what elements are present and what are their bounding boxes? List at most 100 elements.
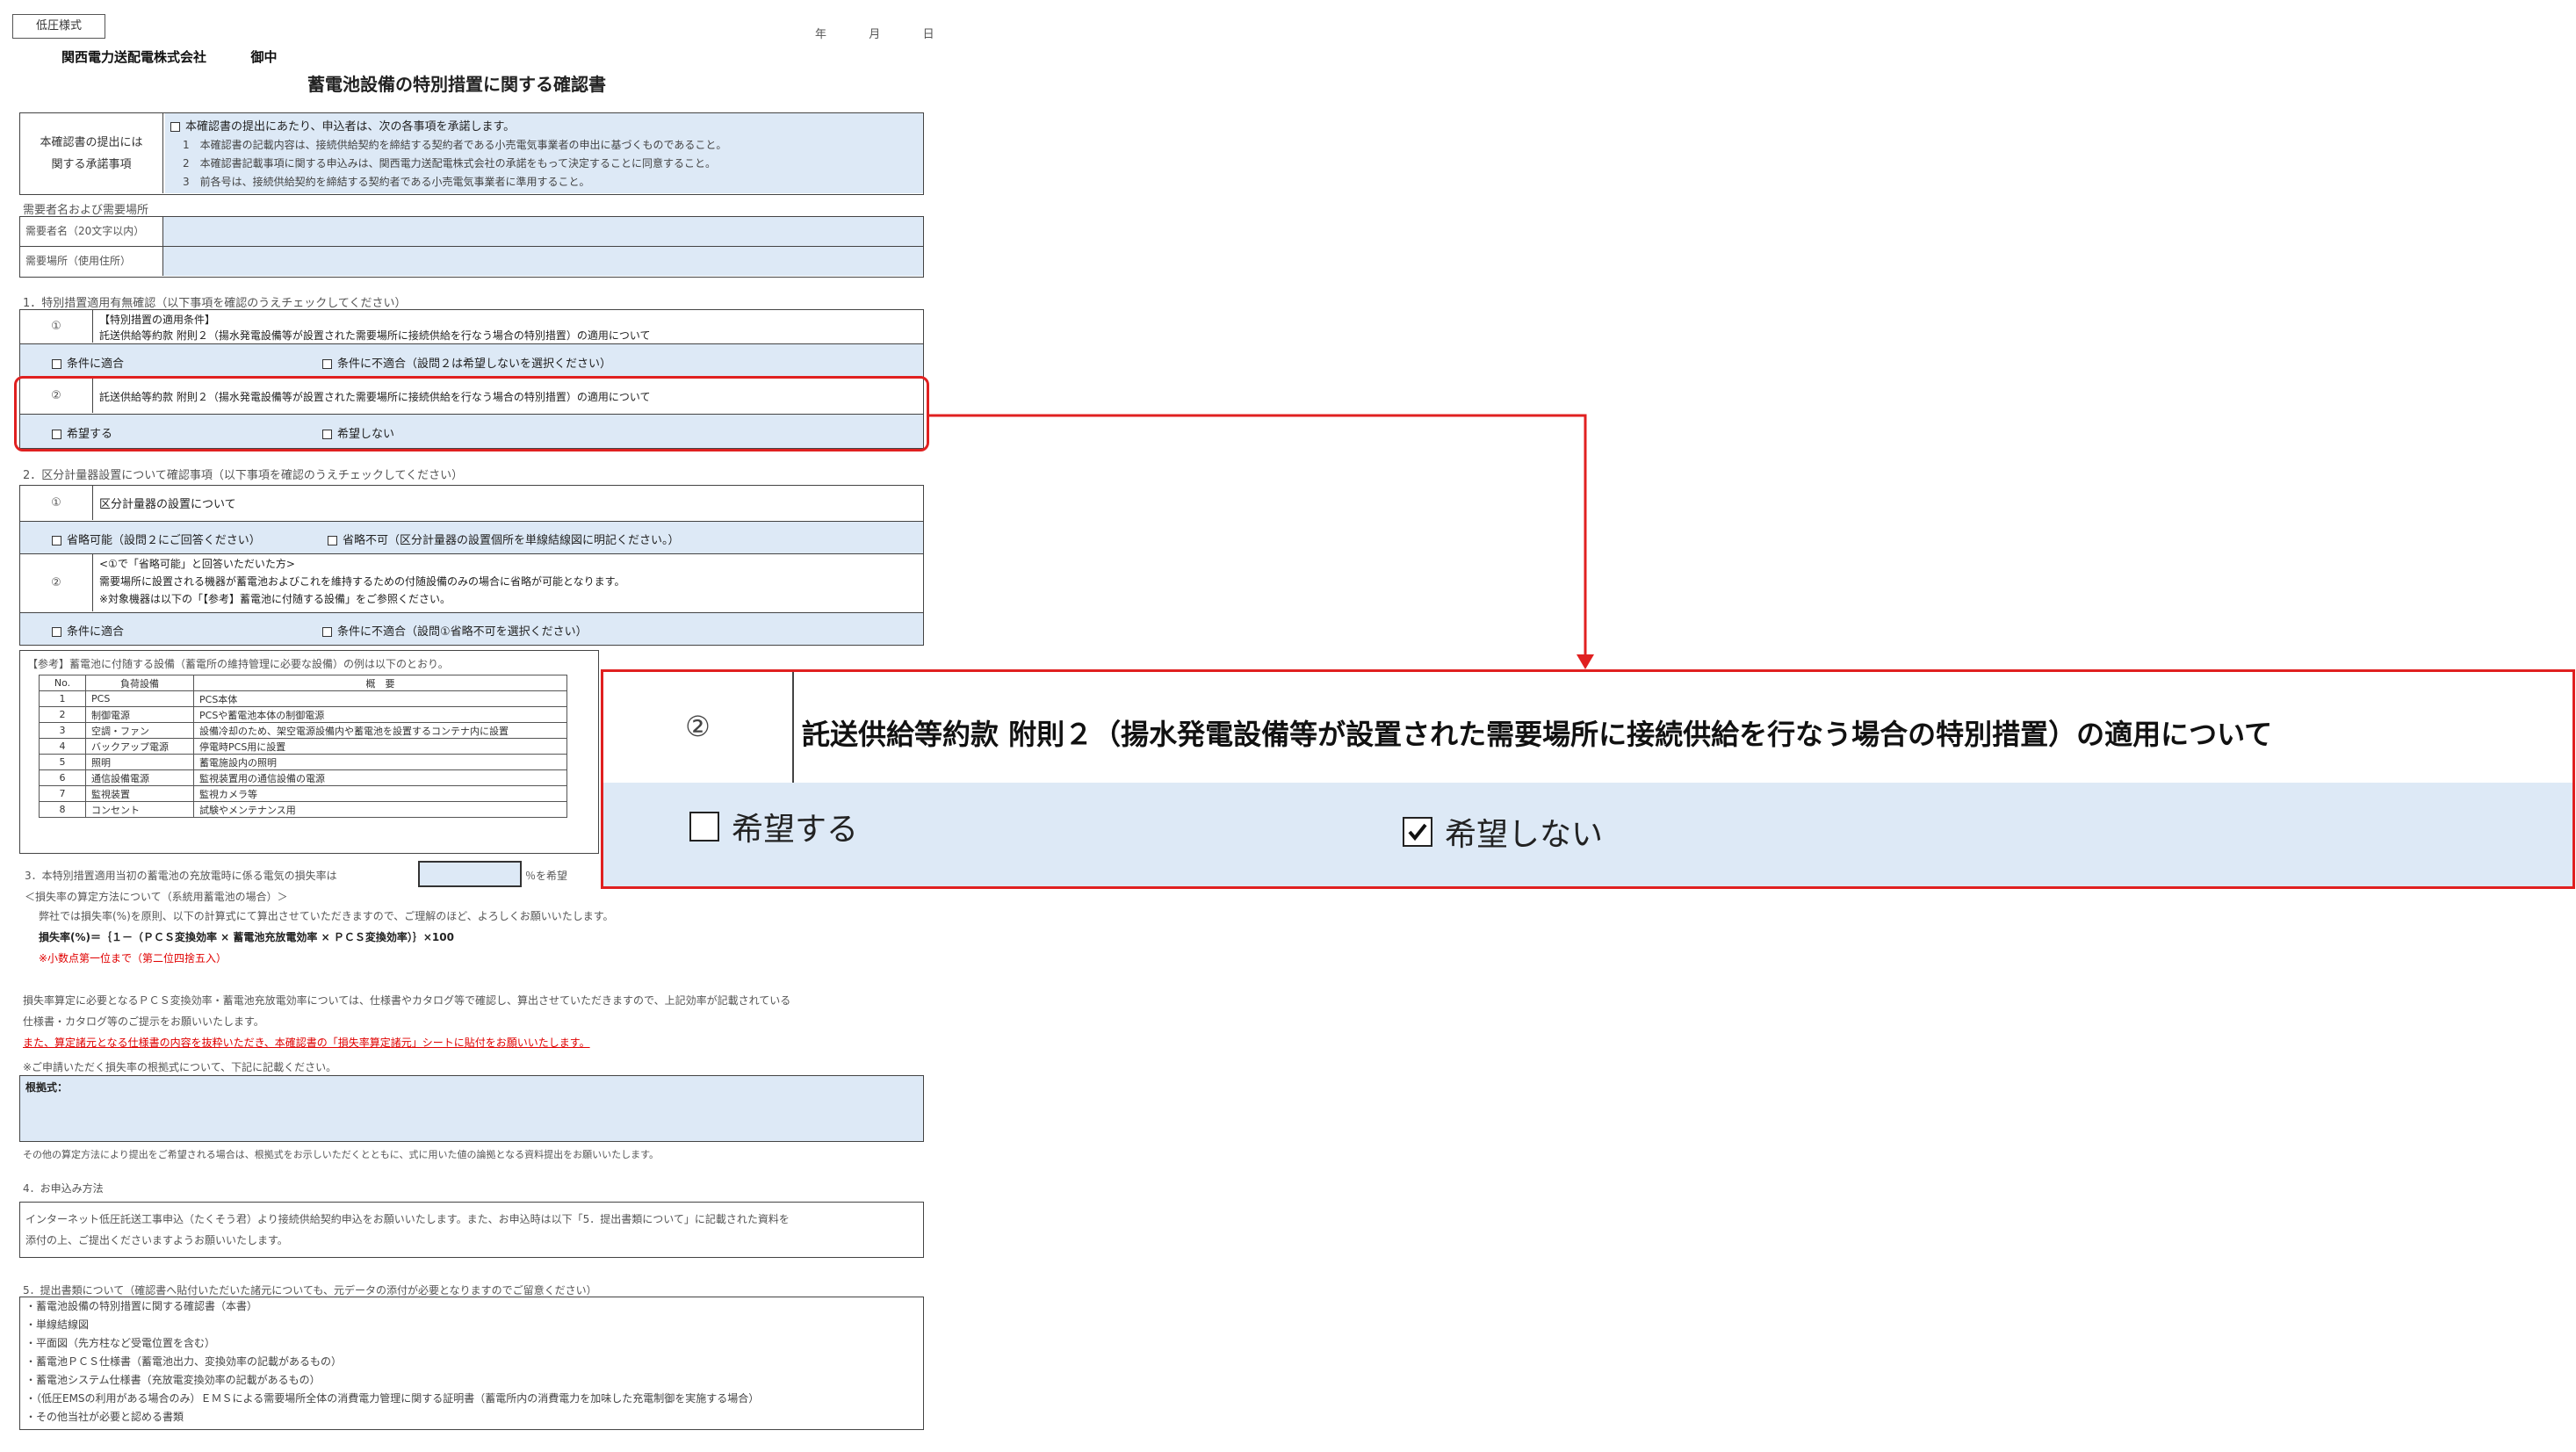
- section4-block: インターネット低圧託送工事申込（たくそう君）より接続供給契約申込をお願いいたしま…: [19, 1202, 924, 1258]
- section2-item2-line3: ※対象機器は以下の「【参考】蓄電池に付随する設備」をご参照ください。: [99, 593, 451, 605]
- zoom-option-yes[interactable]: 希望する: [689, 804, 858, 849]
- row-no: 8: [39, 801, 86, 818]
- row-no: 5: [39, 754, 86, 770]
- efficiency-note-red: また、算定諸元となる仕様書の内容を抜粋いただき、本確認書の「損失率算定諸元」シー…: [23, 1037, 590, 1049]
- section2-item2-yes[interactable]: 条件に適合: [52, 622, 124, 639]
- zoom-callout: ② 託送供給等約款 附則２（揚水発電設備等が設置された需要場所に接続供給を行なう…: [601, 669, 2575, 889]
- option-label: 省略可能（設問２にご回答ください）: [67, 534, 261, 547]
- row-summary: 設備冷却のため、架空電源設備内や蓄電池を設置するコンテナ内に設置: [193, 722, 567, 739]
- basis-input[interactable]: 根拠式：: [19, 1075, 924, 1142]
- row-equipment: 制御電源: [85, 706, 194, 723]
- checkbox-checked-icon[interactable]: [1403, 817, 1432, 847]
- col-no: No.: [39, 675, 86, 691]
- zoom-option-no-label: 希望しない: [1445, 817, 1604, 853]
- section2-item1-no[interactable]: 省略不可（区分計量器の設置個所を単線結線図に明記ください。）: [328, 531, 680, 547]
- table-row: 2 制御電源 PCSや蓄電池本体の制御電源: [39, 706, 567, 723]
- section2-item1: ① 区分計量器の設置について: [19, 485, 924, 522]
- section2-item1-yes[interactable]: 省略可能（設問２にご回答ください）: [52, 531, 261, 547]
- list-item: ・平面図（先方柱など受電位置を含む）: [25, 1337, 216, 1349]
- row-equipment: コンセント: [85, 801, 194, 818]
- row-summary: 試験やメンテナンス用: [193, 801, 567, 818]
- row-equipment: 通信設備電源: [85, 769, 194, 786]
- table-row: 4 バックアップ電源 停電時PCS用に設置: [39, 738, 567, 755]
- basis-label: ※ご申請いただく損失率の根拠式について、下記に記載ください。: [23, 1061, 337, 1073]
- row-equipment: 空調・ファン: [85, 722, 194, 739]
- table-row: 3 空調・ファン 設備冷却のため、架空電源設備内や蓄電池を設置するコンテナ内に設置: [39, 722, 567, 739]
- option-label: 省略不可（区分計量器の設置個所を単線結線図に明記ください。）: [343, 534, 680, 547]
- list-item: ・単線結線図: [25, 1318, 90, 1331]
- list-item: ・蓄電池ＰＣＳ仕様書（蓄電池出力、変換効率の記載があるもの）: [25, 1355, 343, 1368]
- zoom-num: ②: [685, 710, 711, 743]
- row-summary: PCSや蓄電池本体の制御電源: [193, 706, 567, 723]
- row-no: 6: [39, 769, 86, 786]
- check-mark-icon: [1408, 823, 1427, 842]
- section4-line2: 添付の上、ご提出くださいますようお願いいたします。: [25, 1234, 288, 1246]
- row-equipment: 照明: [85, 754, 194, 770]
- loss-rate-suffix: ％を希望: [525, 870, 568, 882]
- list-item: ・（低圧EMSの利用がある場合のみ）ＥＭＳによる需要場所全体の消費電力管理に関す…: [25, 1392, 760, 1405]
- col-summary: 概 要: [193, 675, 567, 691]
- row-summary: 監視装置用の通信設備の電源: [193, 769, 567, 786]
- checkbox-icon[interactable]: [52, 627, 61, 637]
- section4-line1: インターネット低圧託送工事申込（たくそう君）より接続供給契約申込をお願いいたしま…: [25, 1213, 790, 1225]
- table-row: 7 監視装置 監視カメラ等: [39, 785, 567, 802]
- method-heading: ＜損失率の算定方法について（系統用蓄電池の場合）＞: [25, 891, 288, 903]
- row-summary: 蓄電施設内の照明: [193, 754, 567, 770]
- row-no: 4: [39, 738, 86, 755]
- row-summary: 停電時PCS用に設置: [193, 738, 567, 755]
- after-note: その他の算定方法により提出をご希望される場合は、根拠式をお示しいただくとともに、…: [23, 1149, 660, 1160]
- table-row: 1 PCS PCS本体: [39, 690, 567, 707]
- zoom-options-row: 希望する 希望しない: [603, 783, 2572, 886]
- reference-heading: 【参考】蓄電池に付随する設備（蓄電所の維持管理に必要な設備）の例は以下のとおり。: [27, 658, 449, 670]
- checkbox-unchecked-icon[interactable]: [689, 812, 719, 842]
- checkbox-icon[interactable]: [328, 536, 337, 545]
- section2-item2-line2: 需要場所に設置される機器が蓄電池およびこれを維持するための付随設備のみの場合に省…: [99, 575, 625, 588]
- option-label: 条件に適合: [67, 625, 125, 639]
- reference-table: No. 負荷設備 概 要 1 PCS PCS本体 2 制御電源 PCSや蓄電池本体の制御電…: [39, 675, 567, 818]
- section4-heading: 4．お申込み方法: [23, 1182, 104, 1195]
- table-row: 6 通信設備電源 監視装置用の通信設備の電源: [39, 769, 567, 786]
- row-equipment: PCS: [85, 690, 194, 707]
- zoom-num-cell: ②: [603, 672, 794, 783]
- row-no: 2: [39, 706, 86, 723]
- reference-table-header: No. 負荷設備 概 要: [39, 675, 567, 691]
- row-no: 7: [39, 785, 86, 802]
- list-item: ・その他当社が必要と認める書類: [25, 1411, 184, 1423]
- row-summary: PCS本体: [193, 690, 567, 707]
- row-no: 1: [39, 690, 86, 707]
- section2-item1-options: 省略可能（設問２にご回答ください） 省略不可（区分計量器の設置個所を単線結線図に…: [19, 521, 924, 554]
- section2-item2: ② <①で「省略可能」と回答いただいた方> 需要場所に設置される機器が蓄電池およ…: [19, 553, 924, 613]
- section2-item2-line1: <①で「省略可能」と回答いただいた方>: [99, 558, 295, 570]
- section2-item1-text: 区分計量器の設置について: [99, 498, 236, 511]
- zoom-option-yes-label: 希望する: [732, 812, 859, 848]
- section2-item2-no[interactable]: 条件に不適合（設問①省略不可を選択ください）: [322, 622, 588, 639]
- zoom-item-row: ② 託送供給等約款 附則２（揚水発電設備等が設置された需要場所に接続供給を行なう…: [603, 672, 2572, 784]
- section2-heading: 2．区分計量器設置について確認事項（以下事項を確認のうえチェックしてください）: [23, 469, 464, 482]
- section5-block: ・蓄電池設備の特別措置に関する確認書（本書） ・単線結線図・平面図（先方柱など受電…: [19, 1297, 924, 1430]
- list-item: ・蓄電池システム仕様書（充放電変換効率の記載があるもの）: [25, 1374, 321, 1386]
- basis-box-label: 根拠式：: [25, 1081, 69, 1094]
- checkbox-icon[interactable]: [52, 536, 61, 545]
- zoom-item-text: 託送供給等約款 附則２（揚水発電設備等が設置された需要場所に接続供給を行なう場合…: [802, 718, 2273, 751]
- row-equipment: バックアップ電源: [85, 738, 194, 755]
- efficiency-note-1: 損失率算定に必要となるＰＣＳ変換効率・蓄電池充放電効率については、仕様書やカタロ…: [23, 994, 791, 1007]
- zoom-option-no[interactable]: 希望しない: [1403, 809, 1603, 855]
- row-no: 3: [39, 722, 86, 739]
- list-item: ・蓄電池設備の特別措置に関する確認書（本書）: [25, 1300, 258, 1312]
- table-row: 5 照明 蓄電施設内の照明: [39, 754, 567, 770]
- section2-item1-num: ①: [20, 486, 93, 520]
- section3-heading: 3．本特別措置適用当初の蓄電池の充放電時に係る電気の損失率は: [25, 870, 337, 882]
- section2-item2-options: 条件に適合 条件に不適合（設問①省略不可を選択ください）: [19, 612, 924, 646]
- table-row: 8 コンセント 試験やメンテナンス用: [39, 801, 567, 818]
- row-summary: 監視カメラ等: [193, 785, 567, 802]
- method-text: 弊社では損失率(%)を原則、以下の計算式にて算出させていただきますので、ご理解の…: [39, 910, 614, 922]
- col-equipment: 負荷設備: [85, 675, 194, 691]
- loss-rate-input[interactable]: [418, 861, 522, 887]
- rounding-note: ※小数点第一位まで（第二位四捨五入）: [39, 952, 227, 964]
- checkbox-icon[interactable]: [322, 627, 332, 637]
- row-equipment: 監視装置: [85, 785, 194, 802]
- option-label: 条件に不適合（設問①省略不可を選択ください）: [337, 625, 588, 639]
- document-list: ・蓄電池設備の特別措置に関する確認書（本書） ・単線結線図・平面図（先方柱など受電…: [25, 1297, 759, 1427]
- section5-heading: 5．提出書類について（確認書へ貼付いただいた諸元についても、元データの添付が必要…: [23, 1284, 597, 1297]
- formula: 損失率(%)＝｛１－（ＰＣＳ変換効率 × 蓄電池充放電効率 × ＰＣＳ変換効率）…: [39, 931, 454, 943]
